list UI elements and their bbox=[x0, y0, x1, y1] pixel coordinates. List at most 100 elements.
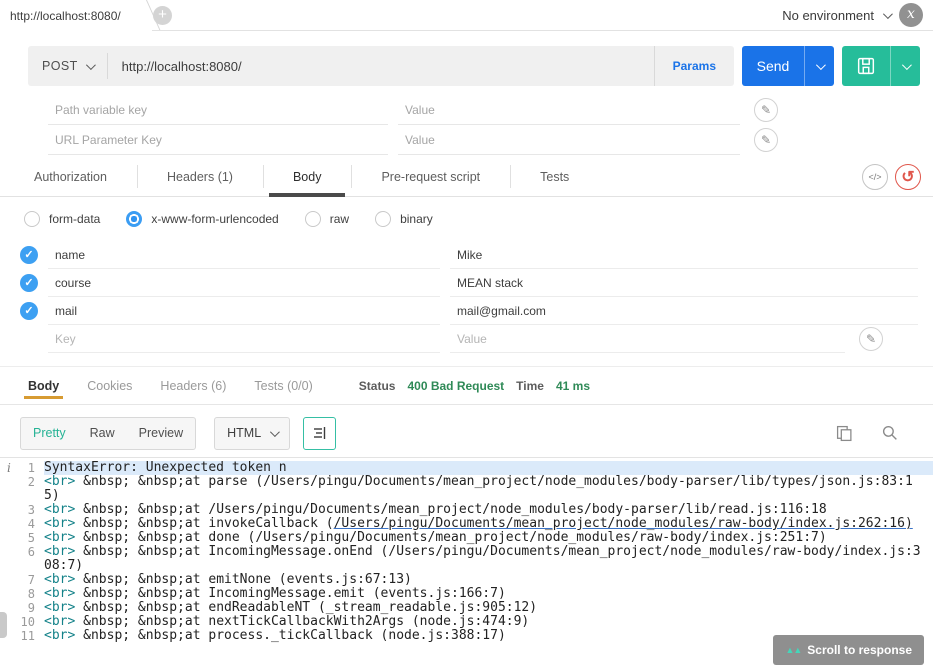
path-variable-row: Path variable key Value ✎ bbox=[48, 95, 933, 125]
edit-pencil-icon[interactable]: ✎ bbox=[754, 128, 778, 152]
key-input[interactable]: course bbox=[48, 269, 440, 297]
chevron-down-icon bbox=[901, 59, 912, 70]
method-select[interactable]: POST bbox=[28, 59, 107, 73]
body-mode-label: form-data bbox=[49, 212, 101, 226]
response-tab-headers[interactable]: Headers (6) bbox=[160, 367, 226, 404]
code-segment: &nbsp; &nbsp;at done (/Users/pingu/Docum… bbox=[75, 530, 827, 545]
scroll-to-response-button[interactable]: ▲▲ Scroll to response bbox=[773, 635, 924, 665]
view-mode-group: Pretty Raw Preview bbox=[20, 416, 197, 450]
body-mode-raw[interactable]: raw bbox=[304, 211, 350, 227]
time-label: Time bbox=[516, 378, 544, 393]
radio-icon bbox=[24, 211, 40, 227]
tab-label: Pre-request script bbox=[381, 169, 481, 184]
url-parameter-row: URL Parameter Key Value ✎ bbox=[48, 125, 933, 155]
send-button[interactable]: Send bbox=[742, 46, 834, 86]
tab-authorization[interactable]: Authorization bbox=[4, 157, 137, 196]
code-line: 6 <br> &nbsp; &nbsp;at IncomingMessage.on… bbox=[0, 545, 933, 573]
line-number: 4 bbox=[27, 517, 35, 531]
value-input[interactable]: Value bbox=[450, 325, 845, 353]
chevron-down-icon[interactable] bbox=[882, 8, 893, 19]
tab-label: Headers (1) bbox=[166, 169, 233, 184]
response-tab-body[interactable]: Body bbox=[23, 367, 64, 404]
view-preview-button[interactable]: Preview bbox=[127, 426, 195, 440]
code-text: <br> &nbsp; &nbsp;at endReadableNT (_str… bbox=[44, 601, 933, 615]
edit-pencil-icon[interactable]: ✎ bbox=[859, 327, 883, 351]
search-icon[interactable] bbox=[881, 424, 899, 442]
params-button[interactable]: Params bbox=[653, 46, 734, 86]
request-tab[interactable]: http://localhost:8080/ bbox=[0, 0, 138, 31]
scroll-to-response-label: Scroll to response bbox=[807, 643, 912, 657]
checkbox-checked-icon[interactable]: ✓ bbox=[20, 302, 38, 320]
tab-headers[interactable]: Headers (1) bbox=[136, 157, 263, 196]
body-mode-form-data[interactable]: form-data bbox=[24, 211, 100, 227]
tab-label: Cookies bbox=[87, 378, 133, 393]
save-button[interactable] bbox=[842, 46, 920, 86]
tab-tests[interactable]: Tests bbox=[510, 157, 599, 196]
double-up-arrow-icon: ▲▲ bbox=[785, 645, 802, 655]
code-text: <br> &nbsp; &nbsp;at parse (/Users/pingu… bbox=[44, 475, 933, 503]
body-mode-binary[interactable]: binary bbox=[375, 211, 433, 227]
copy-icon[interactable] bbox=[836, 425, 853, 442]
radio-icon bbox=[126, 211, 143, 227]
send-label[interactable]: Send bbox=[742, 46, 804, 86]
url-parameter-value-input[interactable]: Value bbox=[398, 125, 740, 155]
response-tab-cookies[interactable]: Cookies bbox=[87, 367, 132, 404]
request-tab-title: http://localhost:8080/ bbox=[10, 9, 121, 23]
path-variable-value-input[interactable]: Value bbox=[398, 95, 740, 125]
edit-pencil-icon[interactable]: ✎ bbox=[754, 98, 778, 122]
checkbox-checked-icon[interactable]: ✓ bbox=[20, 246, 38, 264]
value-input[interactable]: MEAN stack bbox=[450, 269, 918, 297]
environment-quick-look-icon[interactable]: x bbox=[899, 3, 923, 27]
format-select[interactable]: HTML bbox=[214, 416, 291, 450]
line-number: 3 bbox=[27, 503, 35, 517]
generate-code-icon[interactable]: </> bbox=[862, 164, 888, 190]
line-number: 9 bbox=[27, 601, 35, 615]
body-mode-list: form-data x-www-form-urlencoded raw binary bbox=[0, 197, 933, 241]
stack-path-link[interactable]: /Users/pingu/Documents/mean_project/node… bbox=[334, 516, 913, 531]
save-icon[interactable] bbox=[842, 46, 890, 86]
status-badge: 400 Bad Request bbox=[407, 378, 505, 393]
code-text: <br> &nbsp; &nbsp;at /Users/pingu/Docume… bbox=[44, 503, 933, 517]
url-parameter-key-input[interactable]: URL Parameter Key bbox=[48, 125, 388, 155]
save-options-button[interactable] bbox=[890, 46, 920, 86]
response-tabs: Body Cookies Headers (6) Tests (0/0) Sta… bbox=[0, 367, 933, 405]
new-tab-button[interactable]: + bbox=[153, 6, 172, 25]
code-text: <br> &nbsp; &nbsp;at IncomingMessage.onE… bbox=[44, 545, 933, 573]
url-box: POST http://localhost:8080/ Params bbox=[28, 46, 734, 86]
code-text: <br> &nbsp; &nbsp;at invokeCallback (/Us… bbox=[44, 517, 933, 531]
wrap-lines-icon bbox=[313, 427, 325, 439]
tab-label: Tests (0/0) bbox=[254, 378, 313, 393]
reset-icon[interactable]: ↺ bbox=[895, 164, 921, 190]
status-label: Status bbox=[358, 378, 396, 393]
code-segment: &nbsp; &nbsp;at endReadableNT (_stream_r… bbox=[75, 600, 538, 615]
value-input[interactable]: Mike bbox=[450, 241, 918, 269]
checkbox-checked-icon[interactable]: ✓ bbox=[20, 274, 38, 292]
view-pretty-button[interactable]: Pretty bbox=[21, 426, 78, 440]
code-segment: <br> bbox=[44, 516, 76, 531]
url-input[interactable]: http://localhost:8080/ bbox=[108, 59, 654, 74]
key-input[interactable]: Key bbox=[48, 325, 440, 353]
value-input[interactable]: mail@gmail.com bbox=[450, 297, 918, 325]
tab-body[interactable]: Body bbox=[262, 157, 352, 197]
tab-pre-request-script[interactable]: Pre-request script bbox=[351, 157, 510, 196]
key-input[interactable]: mail bbox=[48, 297, 440, 325]
code-segment: SyntaxError: Unexpected token n bbox=[44, 460, 287, 475]
code-line: 5 <br> &nbsp; &nbsp;at done (/Users/pingu… bbox=[0, 530, 933, 546]
body-mode-x-www-form-urlencoded[interactable]: x-www-form-urlencoded bbox=[126, 211, 279, 227]
response-tab-tests[interactable]: Tests (0/0) bbox=[254, 367, 312, 404]
key-input[interactable]: name bbox=[48, 241, 440, 269]
chevron-down-icon bbox=[815, 59, 826, 70]
environment-selector[interactable]: No environment bbox=[782, 8, 874, 23]
path-variable-key-input[interactable]: Path variable key bbox=[48, 95, 388, 125]
send-options-button[interactable] bbox=[804, 46, 834, 86]
code-text: <br> &nbsp; &nbsp;at emitNone (events.js… bbox=[44, 573, 933, 587]
code-text: <br> &nbsp; &nbsp;at nextTickCallbackWit… bbox=[44, 615, 933, 629]
radio-icon bbox=[304, 211, 321, 227]
body-mode-label: raw bbox=[329, 212, 350, 226]
code-line: 1 i SyntaxError: Unexpected token n bbox=[0, 461, 933, 475]
empty-form-row: Key Value ✎ bbox=[20, 325, 933, 353]
view-raw-button[interactable]: Raw bbox=[78, 426, 127, 440]
code-line: 10 <br> &nbsp; &nbsp;at nextTickCallbackW… bbox=[0, 615, 933, 630]
scrollbar-nub[interactable] bbox=[0, 612, 7, 638]
wrap-lines-button[interactable] bbox=[303, 416, 337, 450]
